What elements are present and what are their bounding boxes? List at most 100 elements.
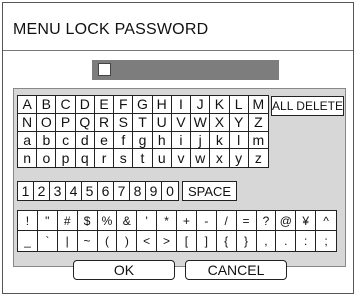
- digit-key[interactable]: 6: [98, 182, 114, 200]
- digit-key[interactable]: 2: [34, 182, 50, 200]
- letter-key[interactable]: N: [18, 113, 38, 132]
- symbol-key[interactable]: &: [117, 211, 138, 231]
- symbol-key[interactable]: $: [77, 211, 98, 231]
- letter-key[interactable]: R: [94, 113, 115, 132]
- letter-key[interactable]: l: [229, 131, 249, 150]
- letter-key[interactable]: e: [94, 131, 115, 150]
- symbol-key[interactable]: {: [217, 231, 237, 251]
- symbol-key[interactable]: /: [216, 211, 237, 231]
- letter-key[interactable]: f: [114, 131, 134, 150]
- letter-key[interactable]: p: [56, 149, 76, 167]
- letter-key[interactable]: u: [153, 149, 172, 167]
- symbol-key[interactable]: ): [117, 231, 138, 251]
- letter-key[interactable]: M: [248, 96, 268, 114]
- letter-key[interactable]: x: [210, 149, 230, 167]
- symbol-key[interactable]: `: [38, 231, 58, 251]
- letter-key[interactable]: q: [76, 149, 95, 167]
- letter-key[interactable]: z: [249, 149, 268, 167]
- letter-key[interactable]: G: [133, 96, 153, 114]
- letter-key[interactable]: r: [95, 149, 115, 167]
- letter-key[interactable]: s: [114, 149, 134, 167]
- letter-key[interactable]: F: [114, 96, 134, 114]
- symbol-key[interactable]: :: [296, 231, 317, 251]
- letter-key[interactable]: m: [248, 132, 268, 150]
- symbol-key[interactable]: ;: [316, 231, 336, 251]
- symbol-key[interactable]: ¥: [296, 211, 317, 231]
- letter-key[interactable]: A: [18, 96, 38, 114]
- symbol-key[interactable]: #: [57, 211, 78, 231]
- symbol-key[interactable]: [: [177, 231, 197, 251]
- letter-key[interactable]: g: [133, 131, 153, 150]
- keyboard-panel: ABCDEFGHIJKLM NOPQRSTUVWXYZabcdefghijklm n…: [13, 88, 346, 267]
- letter-key[interactable]: i: [171, 131, 192, 150]
- letter-key[interactable]: n: [18, 149, 38, 167]
- symbol-key[interactable]: _: [18, 231, 38, 251]
- symbol-key[interactable]: ^: [316, 211, 336, 231]
- letter-key[interactable]: y: [230, 149, 249, 167]
- ok-button[interactable]: OK: [73, 260, 175, 280]
- letter-key[interactable]: j: [191, 131, 211, 150]
- letter-key[interactable]: I: [171, 96, 192, 114]
- letter-key[interactable]: V: [171, 113, 192, 132]
- digit-key[interactable]: 0: [162, 182, 178, 200]
- digit-key[interactable]: 5: [82, 182, 98, 200]
- letter-key[interactable]: c: [56, 131, 76, 150]
- symbol-key[interactable]: !: [18, 211, 38, 231]
- letter-key[interactable]: W: [191, 113, 211, 132]
- letter-key[interactable]: J: [191, 96, 211, 114]
- symbol-key[interactable]: ': [137, 211, 158, 231]
- all-delete-button[interactable]: ALL DELETE: [271, 96, 344, 116]
- letter-key[interactable]: B: [37, 96, 57, 114]
- letter-key[interactable]: T: [133, 113, 153, 132]
- symbol-key[interactable]: @: [276, 211, 297, 231]
- letter-key[interactable]: E: [94, 96, 115, 114]
- symbol-key[interactable]: ~: [78, 231, 98, 251]
- symbol-key[interactable]: ?: [256, 211, 277, 231]
- symbol-key[interactable]: (: [98, 231, 118, 251]
- letter-key[interactable]: U: [152, 113, 172, 132]
- letter-key[interactable]: L: [229, 96, 249, 114]
- symbol-key[interactable]: >: [157, 231, 177, 251]
- letter-key[interactable]: D: [75, 96, 95, 114]
- symbol-key[interactable]: |: [58, 231, 78, 251]
- letter-key[interactable]: d: [75, 131, 95, 150]
- letter-key[interactable]: a: [18, 131, 38, 150]
- letter-key[interactable]: P: [56, 113, 76, 132]
- letter-key[interactable]: Z: [248, 114, 268, 132]
- symbol-key[interactable]: ]: [197, 231, 217, 251]
- letter-key[interactable]: h: [152, 131, 172, 150]
- cancel-button[interactable]: CANCEL: [185, 260, 287, 280]
- space-button[interactable]: SPACE: [182, 181, 237, 201]
- digit-key[interactable]: 8: [130, 182, 146, 200]
- letter-key[interactable]: w: [191, 149, 211, 167]
- symbol-key[interactable]: +: [177, 211, 197, 231]
- symbol-key[interactable]: .: [276, 231, 297, 251]
- symbol-key[interactable]: ,: [257, 231, 277, 251]
- symbol-key[interactable]: *: [157, 211, 177, 231]
- letter-key[interactable]: O: [37, 113, 57, 132]
- letter-key[interactable]: Q: [75, 113, 95, 132]
- symbol-key[interactable]: =: [236, 211, 257, 231]
- letter-key[interactable]: X: [210, 113, 230, 132]
- letter-key[interactable]: v: [172, 149, 192, 167]
- symbol-key[interactable]: <: [137, 231, 158, 251]
- digit-key[interactable]: 4: [66, 182, 82, 200]
- letter-key[interactable]: H: [152, 96, 172, 114]
- digit-key[interactable]: 9: [146, 182, 162, 200]
- digit-key[interactable]: 1: [18, 182, 34, 200]
- letter-key[interactable]: t: [133, 149, 153, 167]
- digit-key[interactable]: 7: [114, 182, 130, 200]
- letter-key[interactable]: S: [114, 113, 134, 132]
- symbol-key[interactable]: -: [196, 211, 217, 231]
- symbol-key[interactable]: ": [37, 211, 58, 231]
- symbol-key[interactable]: %: [97, 211, 118, 231]
- letter-key[interactable]: b: [37, 131, 57, 150]
- password-input[interactable]: [92, 60, 279, 80]
- letter-key[interactable]: K: [210, 96, 230, 114]
- digit-key[interactable]: 3: [50, 182, 66, 200]
- letter-key[interactable]: k: [210, 131, 230, 150]
- letter-key[interactable]: o: [37, 149, 57, 167]
- letter-key[interactable]: C: [56, 96, 76, 114]
- letter-key[interactable]: Y: [229, 113, 249, 132]
- symbol-key[interactable]: }: [237, 231, 257, 251]
